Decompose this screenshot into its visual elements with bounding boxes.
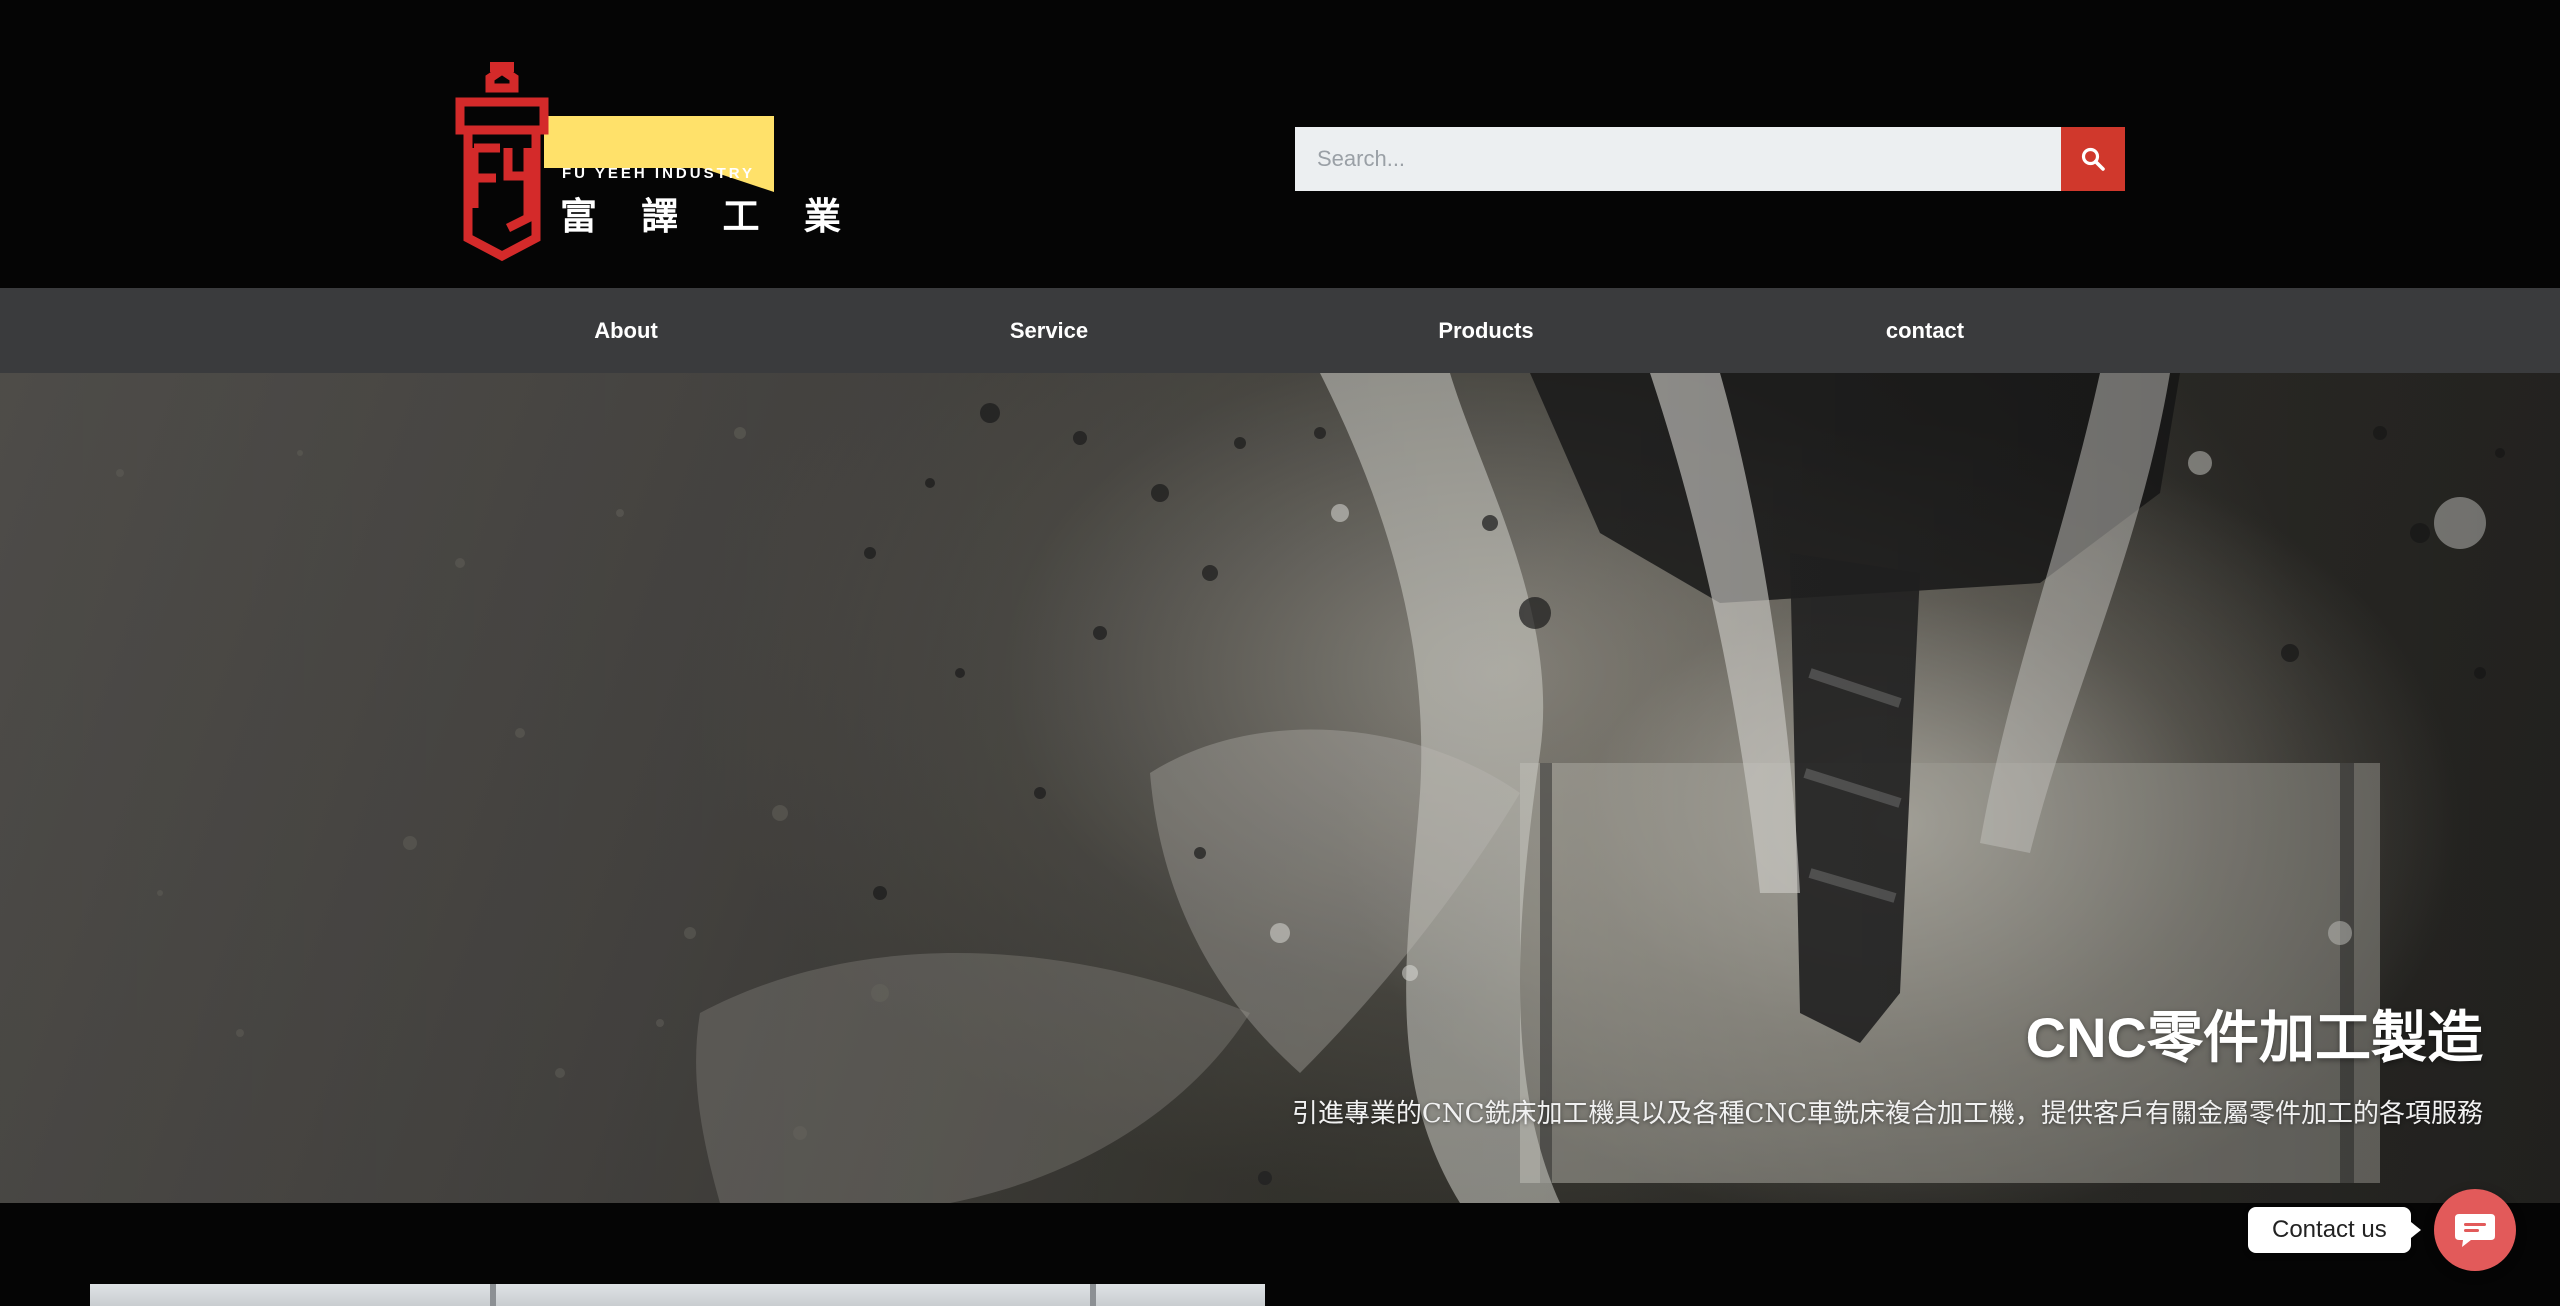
nav-item-products[interactable]: Products — [1438, 288, 1533, 373]
chat-bubble-icon — [2455, 1214, 2495, 1247]
page: FU YEEH INDUSTRY 富 譯 工 業 About Service P… — [0, 0, 2560, 1306]
logo-text-zh: 富 譯 工 業 — [560, 196, 858, 237]
logo-text-en: FU YEEH INDUSTRY — [562, 165, 756, 182]
slider-dot[interactable] — [1258, 1171, 1272, 1185]
hero-overlay — [0, 373, 2560, 1203]
nav-item-contact[interactable]: contact — [1886, 288, 1964, 373]
image-detail — [490, 1284, 496, 1306]
contact-us-label[interactable]: Contact us — [2248, 1207, 2421, 1253]
nav-item-about[interactable]: About — [594, 288, 658, 373]
hero-title: CNC零件加工製造 — [2025, 1006, 2483, 1069]
hero-subtitle: 引進專業的CNC銑床加工機具以及各種CNC車銑床複合加工機，提供客戶有關金屬零件… — [1291, 1099, 2483, 1129]
site-header: FU YEEH INDUSTRY 富 譯 工 業 — [0, 0, 2560, 288]
contact-us-button[interactable] — [2434, 1189, 2516, 1271]
image-detail — [1090, 1284, 1096, 1306]
search-button[interactable] — [2061, 127, 2125, 191]
search-form — [1295, 127, 2125, 191]
site-logo[interactable]: FU YEEH INDUSTRY 富 譯 工 業 — [452, 58, 841, 263]
content-image-partial — [90, 1284, 1265, 1306]
main-nav: About Service Products contact — [0, 288, 2560, 373]
search-input[interactable] — [1295, 127, 2061, 191]
hero-banner: CNC零件加工製造 引進專業的CNC銑床加工機具以及各種CNC車銑床複合加工機，… — [0, 373, 2560, 1203]
nav-item-service[interactable]: Service — [1010, 288, 1088, 373]
search-icon — [2081, 147, 2105, 171]
